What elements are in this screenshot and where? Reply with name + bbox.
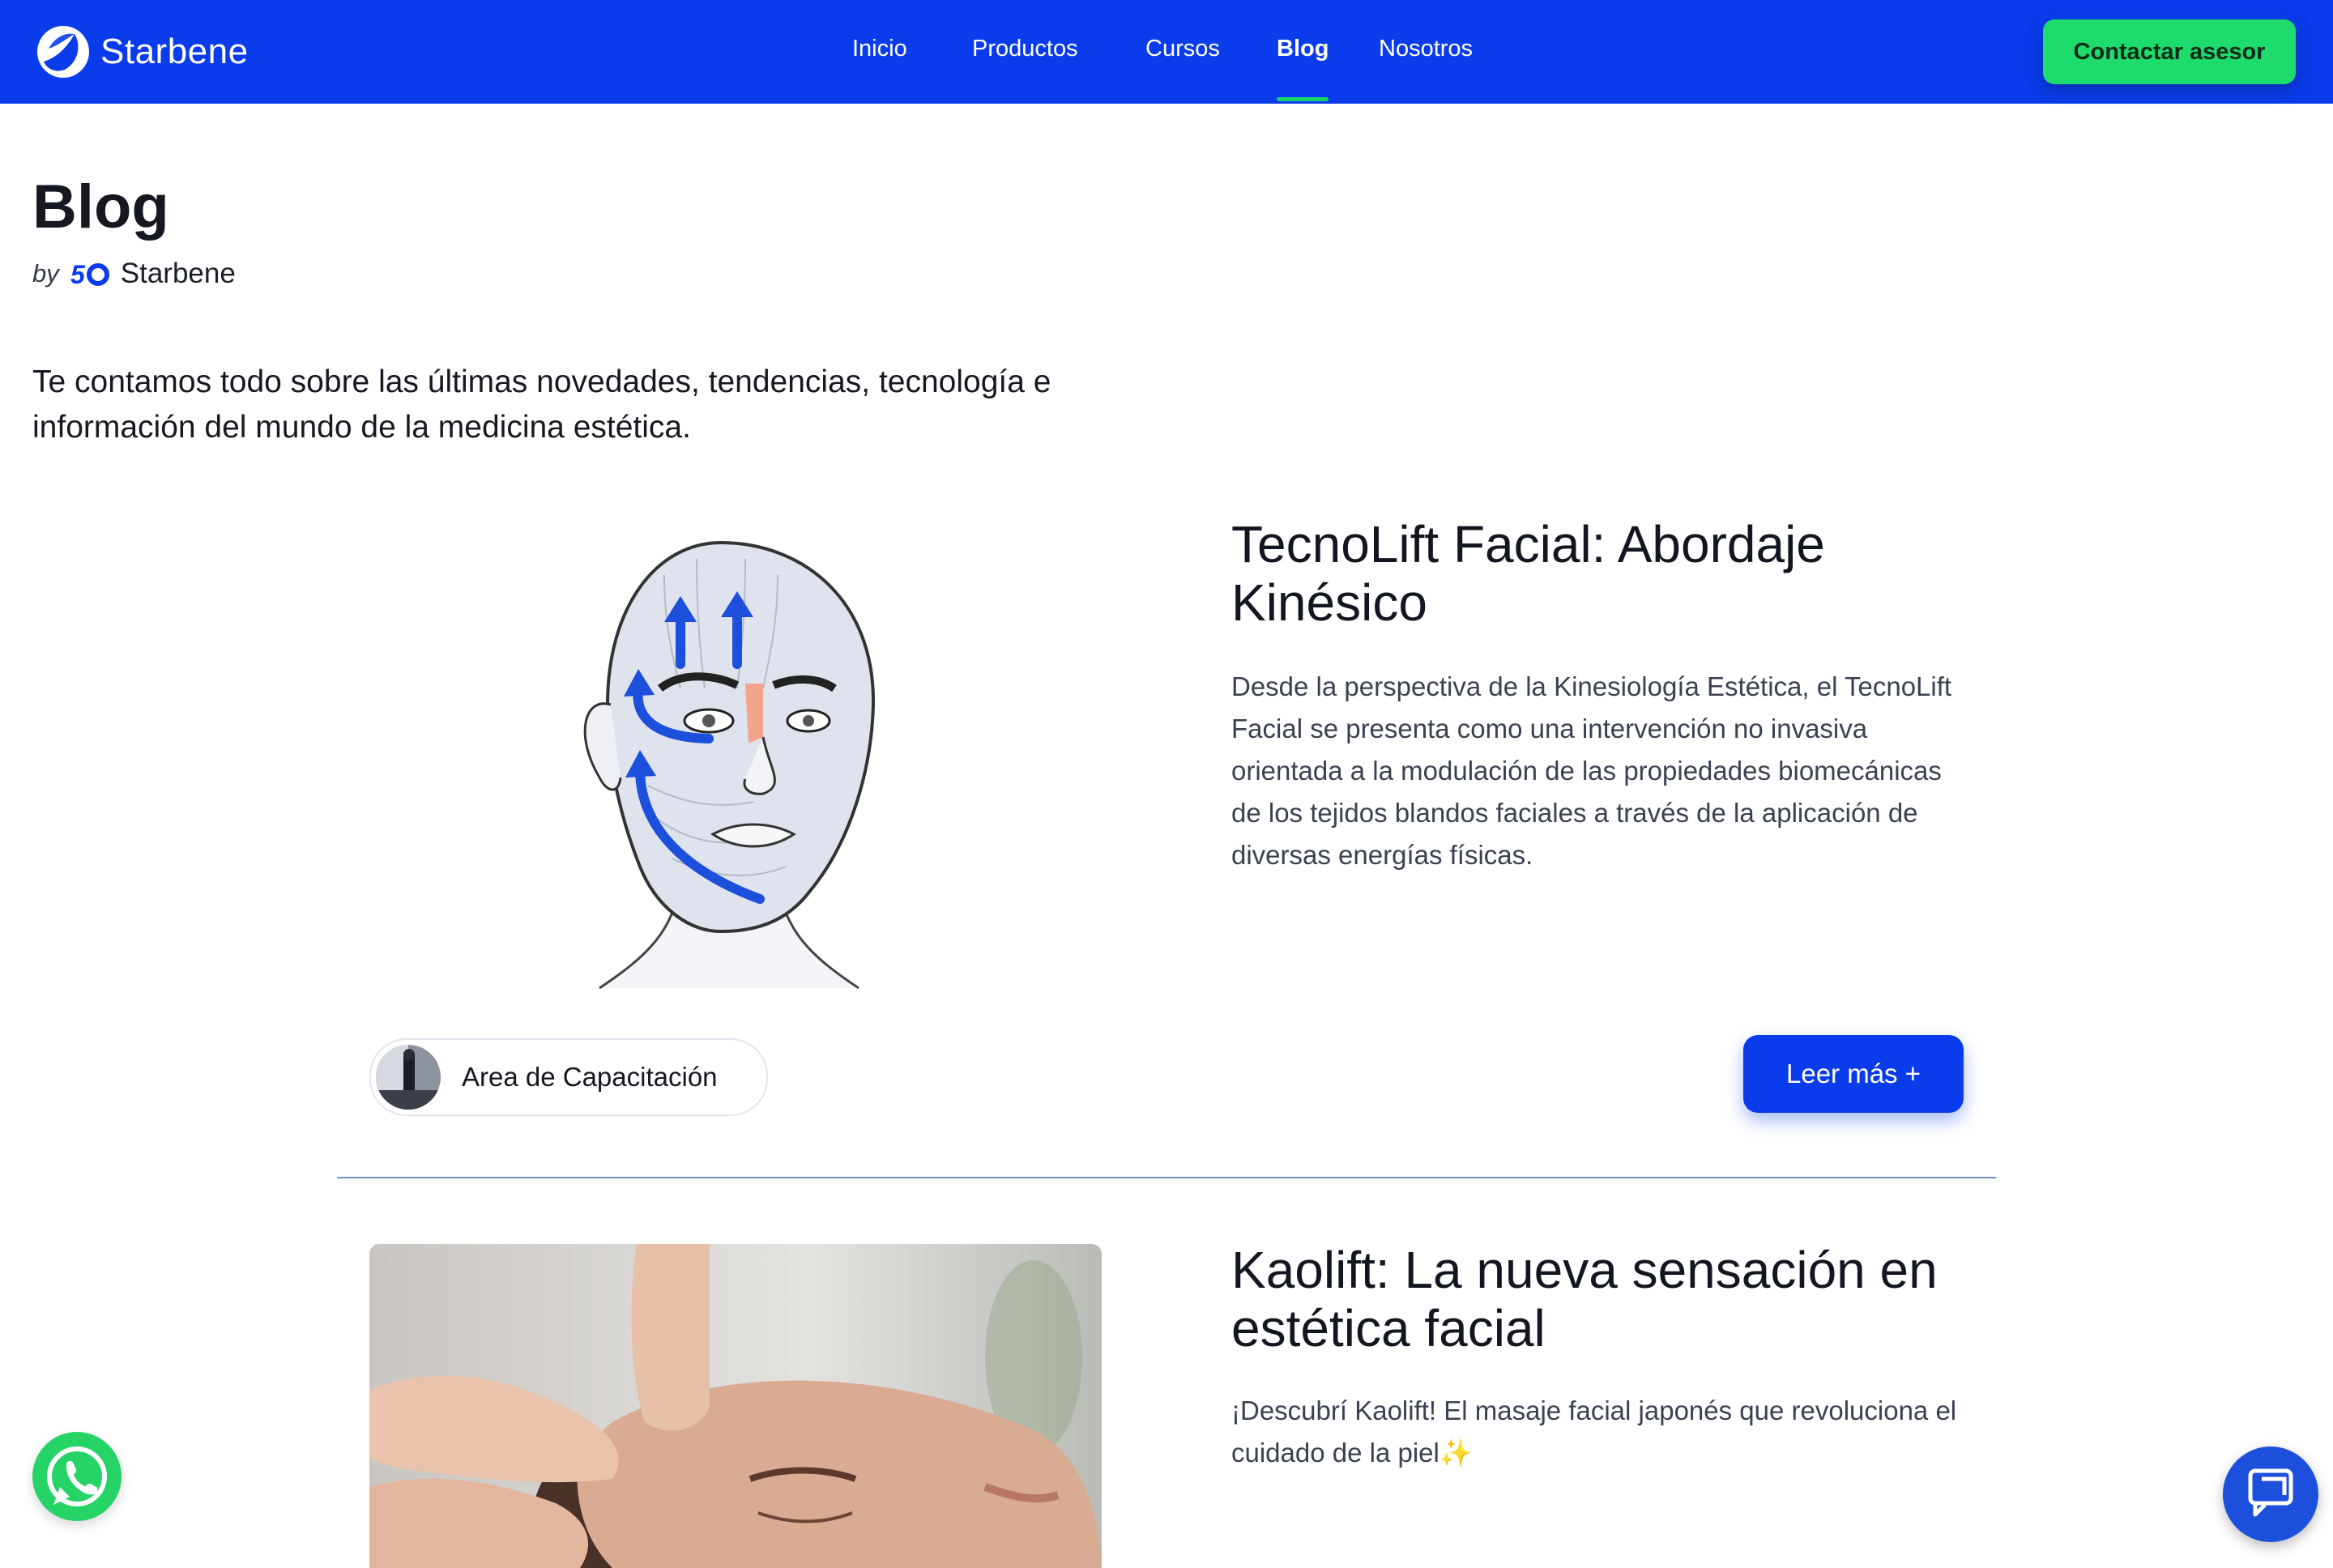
read-more-button[interactable]: Leer más + (1743, 1035, 1964, 1113)
facial-massage-photo-icon (369, 1244, 1102, 1568)
whatsapp-button[interactable] (32, 1432, 122, 1521)
byline: by 5 Starbene (32, 258, 236, 290)
nav-blog[interactable]: Blog (1277, 36, 1329, 62)
contact-advisor-button[interactable]: Contactar asesor (2043, 19, 2296, 84)
post-2-title[interactable]: Kaolift: La nueva sensación en estética … (1231, 1241, 1960, 1357)
nav-inicio[interactable]: Inicio (852, 36, 907, 62)
chat-button[interactable] (2223, 1447, 2318, 1542)
whatsapp-icon (47, 1447, 107, 1506)
category-label: Area de Capacitación (462, 1062, 718, 1092)
nav-cursos[interactable]: Cursos (1145, 36, 1220, 62)
page-title: Blog (32, 173, 169, 241)
face-illustration-icon (583, 540, 876, 990)
intro-text: Te contamos todo sobre las últimas noved… (32, 364, 1051, 445)
starbene-50-logo-icon: 5 (70, 261, 109, 287)
nav-links: Inicio Productos Cursos Blog Nosotros (0, 0, 2333, 104)
by-label: by (32, 259, 59, 288)
posts-divider (337, 1177, 1996, 1178)
post-2-image[interactable] (369, 1244, 1102, 1568)
post-1-excerpt: Desde la perspectiva de la Kinesiología … (1231, 671, 1952, 870)
by-brand: Starbene (120, 258, 236, 289)
nav-nosotros[interactable]: Nosotros (1379, 36, 1473, 62)
post-2-excerpt: ¡Descubrí Kaolift! El masaje facial japo… (1231, 1395, 1957, 1468)
post-1-image[interactable] (551, 526, 891, 996)
chat-icon (2248, 1468, 2293, 1517)
post-1-title[interactable]: TecnoLift Facial: Abordaje Kinésico (1231, 515, 1960, 632)
nav-active-indicator (1277, 97, 1329, 101)
post-1-category-chip[interactable]: Area de Capacitación (369, 1038, 768, 1116)
nav-productos[interactable]: Productos (972, 36, 1078, 62)
category-avatar (376, 1045, 441, 1110)
svg-text:5: 5 (70, 261, 86, 287)
